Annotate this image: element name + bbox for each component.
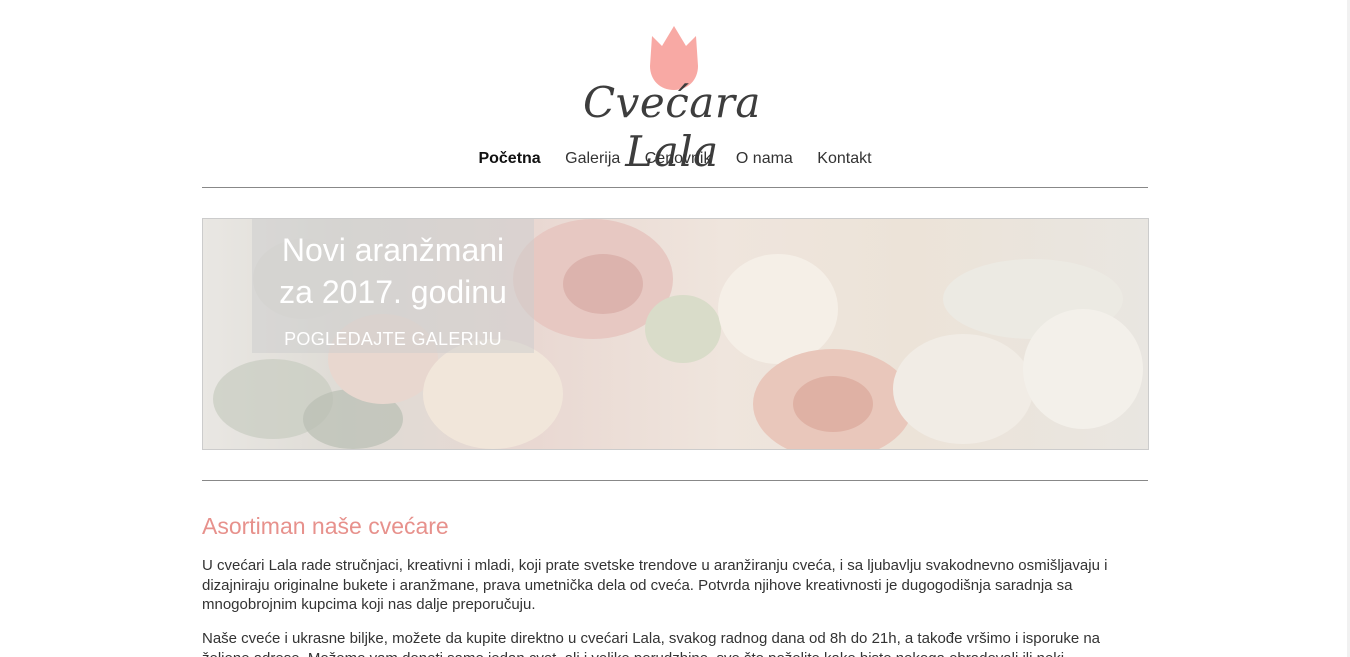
- section-heading: Asortiman naše cvećare: [202, 513, 449, 539]
- nav-item-cenovnik[interactable]: Cenovnik: [645, 150, 712, 168]
- nav-item-kontakt[interactable]: Kontakt: [817, 150, 871, 168]
- nav-item-o-nama[interactable]: O nama: [736, 150, 793, 168]
- banner-title: Novi aranžmani za 2017. godinu: [252, 229, 534, 313]
- nav-item-pocetna[interactable]: Početna: [478, 150, 540, 168]
- main-nav: Početna Galerija Cenovnik O nama Kontakt: [202, 150, 1148, 168]
- nav-item-galerija[interactable]: Galerija: [565, 150, 620, 168]
- divider: [202, 480, 1148, 481]
- hero-banner[interactable]: Novi aranžmani za 2017. godinu POGLEDAJT…: [202, 218, 1149, 450]
- banner-title-line2: za 2017. godinu: [279, 274, 507, 310]
- site-logo[interactable]: Cvećara Lala: [542, 22, 802, 176]
- banner-caption: Novi aranžmani za 2017. godinu POGLEDAJT…: [252, 219, 534, 353]
- paragraph: Naše cveće i ukrasne biljke, možete da k…: [202, 630, 1101, 657]
- gallery-link[interactable]: POGLEDAJTE GALERIJU: [252, 329, 534, 350]
- banner-title-line1: Novi aranžmani: [281, 232, 505, 268]
- paragraph: U cvećari Lala rade stručnjaci, kreativn…: [202, 557, 1108, 613]
- divider: [202, 187, 1148, 188]
